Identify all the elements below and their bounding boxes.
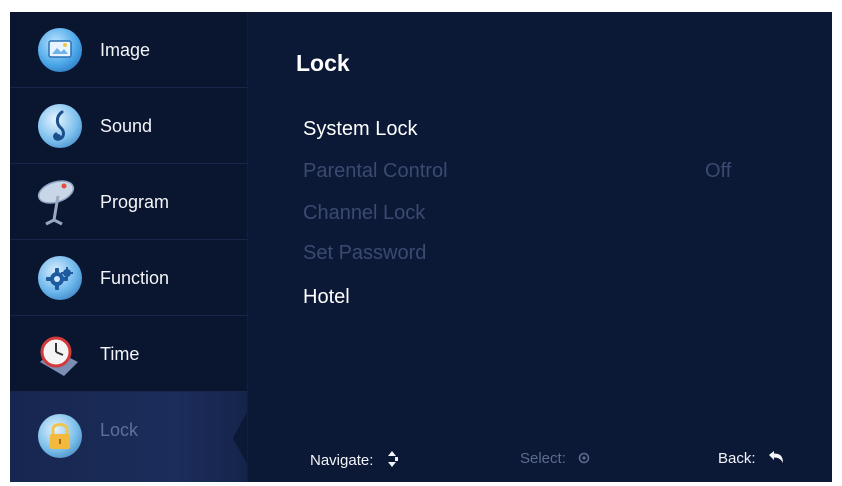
menu-item-channel-lock[interactable]: Channel Lock — [303, 202, 425, 225]
tv-menu-screen: Image Sound Program Function Time Lock L… — [10, 12, 832, 482]
navigate-hint: Navigate: — [310, 450, 398, 472]
back-arrow-icon — [768, 450, 784, 468]
sidebar-item-image[interactable]: Image — [10, 12, 247, 88]
music-note-icon — [38, 104, 82, 148]
sidebar-item-time[interactable]: Time — [10, 316, 247, 392]
menu-item-parental-control[interactable]: Parental Control — [303, 160, 448, 183]
sidebar-item-label: Image — [100, 40, 151, 60]
sidebar-item-lock[interactable]: Lock — [10, 392, 247, 482]
sidebar-item-program[interactable]: Program — [10, 164, 247, 240]
menu-item-hotel[interactable]: Hotel — [303, 286, 350, 309]
sidebar-item-label: Lock — [100, 420, 139, 440]
sidebar-item-label: Function — [100, 268, 170, 288]
sidebar-item-label: Sound — [100, 116, 153, 136]
image-icon — [38, 28, 82, 72]
lock-settings-panel: Lock System Lock Parental Control Off Ch… — [248, 12, 832, 482]
sidebar-item-label: Program — [100, 192, 170, 212]
active-indicator — [233, 412, 247, 464]
menu-item-system-lock[interactable]: System Lock — [303, 118, 417, 141]
navigate-arrows-icon — [386, 450, 398, 472]
parental-control-value: Off — [705, 160, 732, 182]
navigate-label: Navigate: — [310, 451, 374, 469]
padlock-icon — [38, 414, 82, 458]
satellite-dish-icon — [37, 180, 82, 226]
select-label: Select: — [520, 450, 566, 467]
ok-button-icon — [578, 451, 590, 468]
sidebar-item-function[interactable]: Function — [10, 240, 247, 316]
back-label: Back: — [718, 450, 756, 467]
back-hint: Back: — [718, 450, 784, 468]
sidebar-item-label: Time — [100, 344, 140, 364]
sidebar-item-sound[interactable]: Sound — [10, 88, 247, 164]
select-hint: Select: — [520, 450, 590, 468]
sidebar: Image Sound Program Function Time Lock — [10, 12, 248, 482]
gear-icon — [38, 256, 82, 300]
page-title: Lock — [296, 50, 350, 76]
menu-item-set-password[interactable]: Set Password — [303, 242, 426, 265]
footer-hints: Navigate: Select: Back: — [248, 450, 832, 480]
clock-icon — [38, 332, 82, 376]
